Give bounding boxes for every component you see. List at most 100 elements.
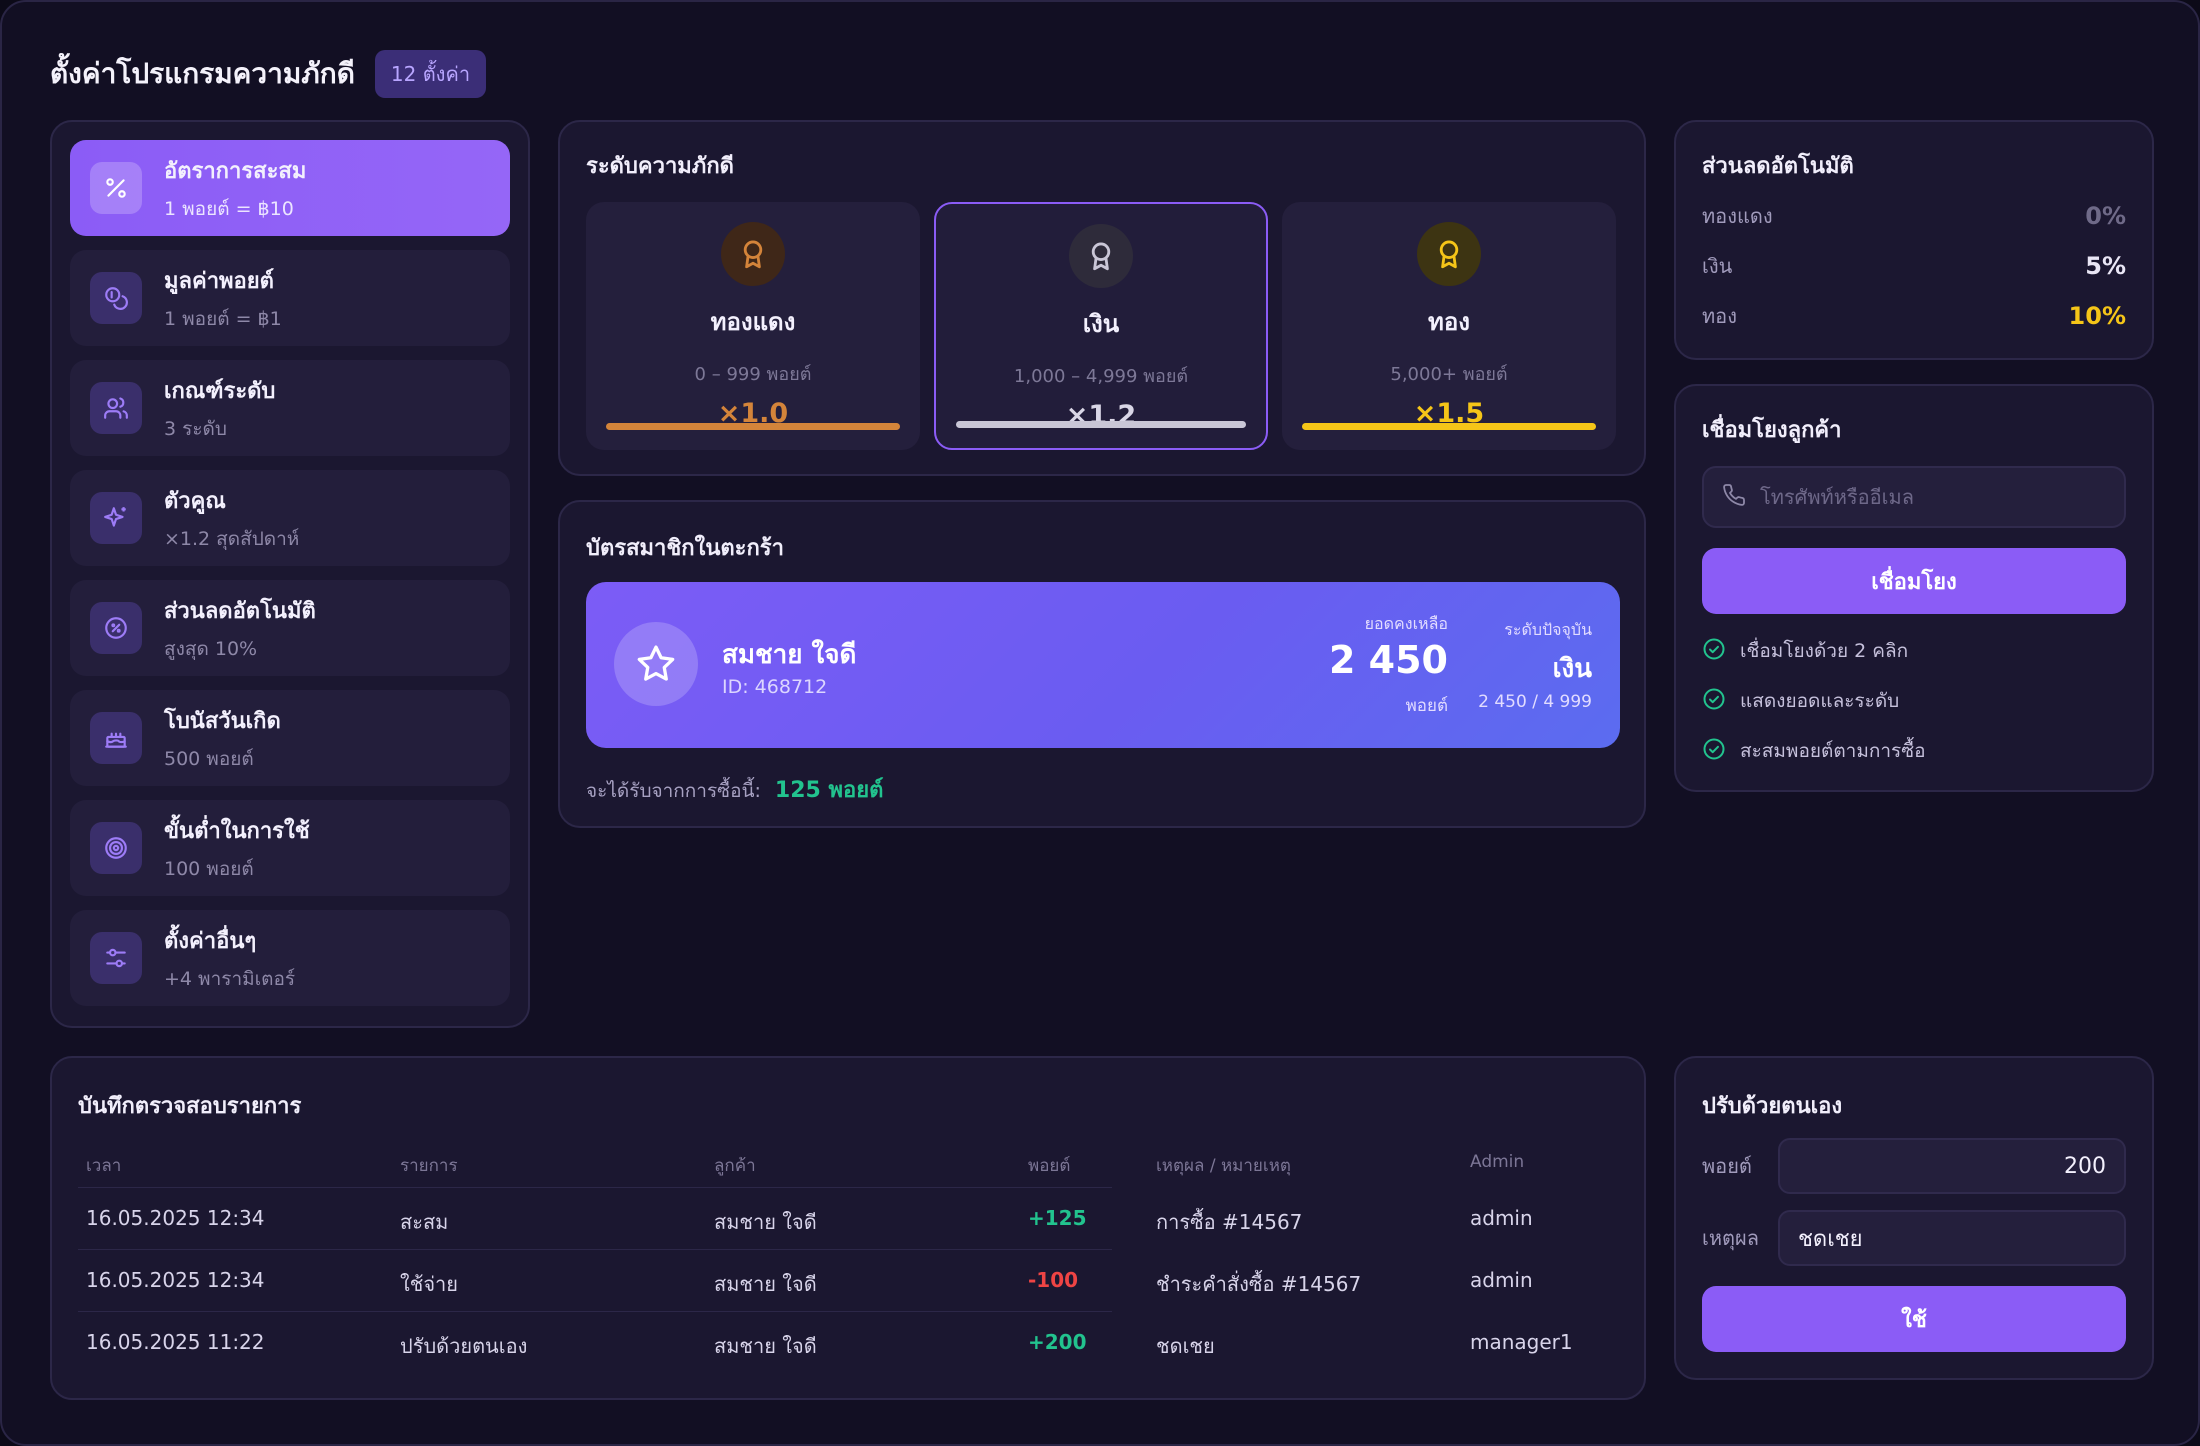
discount-row-gold: ทอง 10%: [1702, 300, 2126, 332]
feature-check-label: เชื่อมโยงด้วย 2 คลิก: [1740, 640, 1909, 662]
sidebar-item-auto-discount[interactable]: ส่วนลดอัตโนมัติ สูงสุด 10%: [70, 580, 510, 676]
discount-tier-name: เงิน: [1702, 254, 1733, 278]
cell-admin: manager1: [1470, 1330, 1573, 1354]
feature-check-item: เชื่อมโยงด้วย 2 คลิก: [1702, 636, 1908, 666]
sidebar-item-birthday-bonus[interactable]: โบนัสวันเกิด 500 พอยต์: [70, 690, 510, 786]
tier-name: ทอง: [1428, 308, 1470, 336]
sidebar-item-other-settings[interactable]: ตั้งค่าอื่นๆ +4 พารามิเตอร์: [70, 910, 510, 1006]
tier-color-bar: [606, 423, 900, 430]
sidebar-item-multiplier[interactable]: ตัวคูณ ×1.2 สุดสัปดาห์: [70, 470, 510, 566]
apply-button[interactable]: ใช้: [1702, 1286, 2126, 1352]
discount-tier-name: ทองแดง: [1702, 204, 1773, 228]
target-icon: [90, 822, 142, 874]
sidebar-item-point-value[interactable]: มูลค่าพอยต์ 1 พอยต์ = ฿1: [70, 250, 510, 346]
balance-label: ยอดคงเหลือ: [1364, 614, 1448, 633]
points-label: พอยต์: [1702, 1154, 1752, 1178]
panel-title: ส่วนลดอัตโนมัติ: [1702, 154, 1854, 179]
points-field[interactable]: [1778, 1138, 2126, 1194]
check-circle-icon: [1702, 687, 1726, 715]
sidebar-item-label: ส่วนลดอัตโนมัติ: [164, 598, 316, 624]
member-name: สมชาย ใจดี: [722, 640, 857, 670]
reason-input[interactable]: [1798, 1225, 2106, 1251]
member-id: ID: 468712: [722, 676, 828, 698]
sparkles-icon: [90, 492, 142, 544]
tier-name: ทองแดง: [710, 308, 796, 336]
sidebar-item-minimum-redeem[interactable]: ขั้นต่ำในการใช้ 100 พอยต์: [70, 800, 510, 896]
loyalty-settings-window: ตั้งค่าโปรแกรมความภักดี 12 ตั้งค่า อัตรา…: [0, 0, 2200, 1446]
sidebar-item-label: ตัวคูณ: [164, 488, 226, 514]
cell-note: ชดเชย: [1156, 1334, 1215, 1358]
sidebar-item-label: เกณฑ์ระดับ: [164, 378, 276, 404]
cell-note: ชำระคำสั่งซื้อ #14567: [1156, 1272, 1362, 1296]
cell-time: 16.05.2025 12:34: [86, 1206, 265, 1230]
tier-card-silver[interactable]: เงิน 1,000 – 4,999 พอยต์ ×1.2: [934, 202, 1268, 450]
cell-action: สะสม: [400, 1210, 449, 1234]
sidebar-item-tier-criteria[interactable]: เกณฑ์ระดับ 3 ระดับ: [70, 360, 510, 456]
sidebar-item-sub: 1 พอยต์ = ฿1: [164, 307, 282, 330]
sidebar-item-sub: +4 พารามิเตอร์: [164, 967, 296, 990]
star-icon: [614, 622, 698, 706]
tier-range: 0 – 999 พอยต์: [694, 364, 812, 385]
earn-label: จะได้รับจากการซื้อนี้:: [586, 780, 761, 802]
feature-check-label: แสดงยอดและระดับ: [1740, 690, 1900, 712]
panel-title: ปรับด้วยตนเอง: [1702, 1094, 1843, 1119]
table-row[interactable]: 16.05.2025 11:22 ปรับด้วยตนเอง สมชาย ใจด…: [78, 1312, 1573, 1374]
balance-unit: พอยต์: [1405, 696, 1448, 716]
cell-time: 16.05.2025 12:34: [86, 1268, 265, 1292]
tier-card-bronze[interactable]: ทองแดง 0 – 999 พอยต์ ×1.0: [586, 202, 920, 450]
cell-action: ปรับด้วยตนเอง: [400, 1334, 528, 1358]
sidebar-item-label: โบนัสวันเกิด: [164, 708, 281, 734]
column-header: เวลา: [86, 1156, 122, 1176]
sliders-icon: [90, 932, 142, 984]
column-header: เหตุผล / หมายเหตุ: [1156, 1156, 1291, 1176]
users-icon: [90, 382, 142, 434]
tier-range: 1,000 – 4,999 พอยต์: [1013, 366, 1189, 387]
level-progress: 2 450 / 4 999: [1478, 692, 1592, 712]
discount-value: 10%: [2068, 302, 2126, 330]
tier-card-gold[interactable]: ทอง 5,000+ พอยต์ ×1.5: [1282, 202, 1616, 450]
table-row[interactable]: 16.05.2025 12:34 สะสม สมชาย ใจดี +125 กา…: [78, 1188, 1533, 1250]
sidebar-item-label: ตั้งค่าอื่นๆ: [164, 928, 257, 954]
earn-value: 125 พอยต์: [774, 778, 884, 803]
sidebar-item-label: อัตราการสะสม: [164, 158, 307, 184]
medal-icon: [1417, 222, 1481, 286]
sidebar-item-sub: 100 พอยต์: [164, 857, 254, 880]
check-circle-icon: [1702, 637, 1726, 665]
discount-badge-icon: [90, 602, 142, 654]
table-row[interactable]: 16.05.2025 12:34 ใช้จ่าย สมชาย ใจดี -100…: [78, 1250, 1533, 1312]
feature-check-item: แสดงยอดและระดับ: [1702, 686, 1899, 716]
audit-table: เวลา รายการ ลูกค้า พอยต์ เหตุผล / หมายเห…: [78, 1144, 1573, 1374]
cell-customer: สมชาย ใจดี: [714, 1210, 817, 1234]
level-value: เงิน: [1552, 654, 1592, 684]
feature-check-item: สะสมพอยต์ตามการซื้อ: [1702, 736, 1926, 766]
reason-field[interactable]: [1778, 1210, 2126, 1266]
cell-admin: admin: [1470, 1206, 1533, 1230]
cell-admin: admin: [1470, 1268, 1533, 1292]
cell-time: 16.05.2025 11:22: [86, 1330, 265, 1354]
member-card[interactable]: สมชาย ใจดี ID: 468712 ยอดคงเหลือ 2 450 พ…: [586, 582, 1620, 748]
panel-title: บันทึกตรวจสอบรายการ: [78, 1094, 302, 1119]
audit-log-panel: บันทึกตรวจสอบรายการ เวลา รายการ ลูกค้า พ…: [50, 1056, 1646, 1400]
cell-action: ใช้จ่าย: [400, 1272, 459, 1296]
column-header: ลูกค้า: [714, 1156, 756, 1176]
discount-value: 0%: [2085, 202, 2126, 230]
coins-icon: [90, 272, 142, 324]
points-input[interactable]: [1798, 1153, 2106, 1179]
link-customer-panel: เชื่อมโยงลูกค้า เชื่อมโยง เชื่อมโยงด้วย …: [1674, 384, 2154, 792]
link-button[interactable]: เชื่อมโยง: [1702, 548, 2126, 614]
phone-email-input[interactable]: [1760, 485, 2106, 509]
sidebar-item-sub: ×1.2 สุดสัปดาห์: [164, 527, 300, 550]
sidebar-item-sub: 3 ระดับ: [164, 417, 227, 440]
settings-count-badge: 12 ตั้งค่า: [374, 50, 487, 98]
feature-check-label: สะสมพอยต์ตามการซื้อ: [1740, 740, 1926, 762]
discount-row-bronze: ทองแดง 0%: [1702, 200, 2126, 232]
reason-field-row: เหตุผล: [1702, 1210, 2126, 1266]
sidebar-item-sub: สูงสุด 10%: [164, 637, 258, 660]
sidebar-item-sub: 500 พอยต์: [164, 747, 254, 770]
discount-tier-name: ทอง: [1702, 304, 1737, 328]
panel-title: ระดับความภักดี: [586, 154, 734, 179]
sidebar-item-accrual-rate[interactable]: อัตราการสะสม 1 พอยต์ = ฿10: [70, 140, 510, 236]
earn-summary: จะได้รับจากการซื้อนี้: 125 พอยต์: [586, 772, 883, 807]
manual-adjust-panel: ปรับด้วยตนเอง พอยต์ เหตุผล ใช้: [1674, 1056, 2154, 1380]
phone-email-field[interactable]: [1702, 466, 2126, 528]
